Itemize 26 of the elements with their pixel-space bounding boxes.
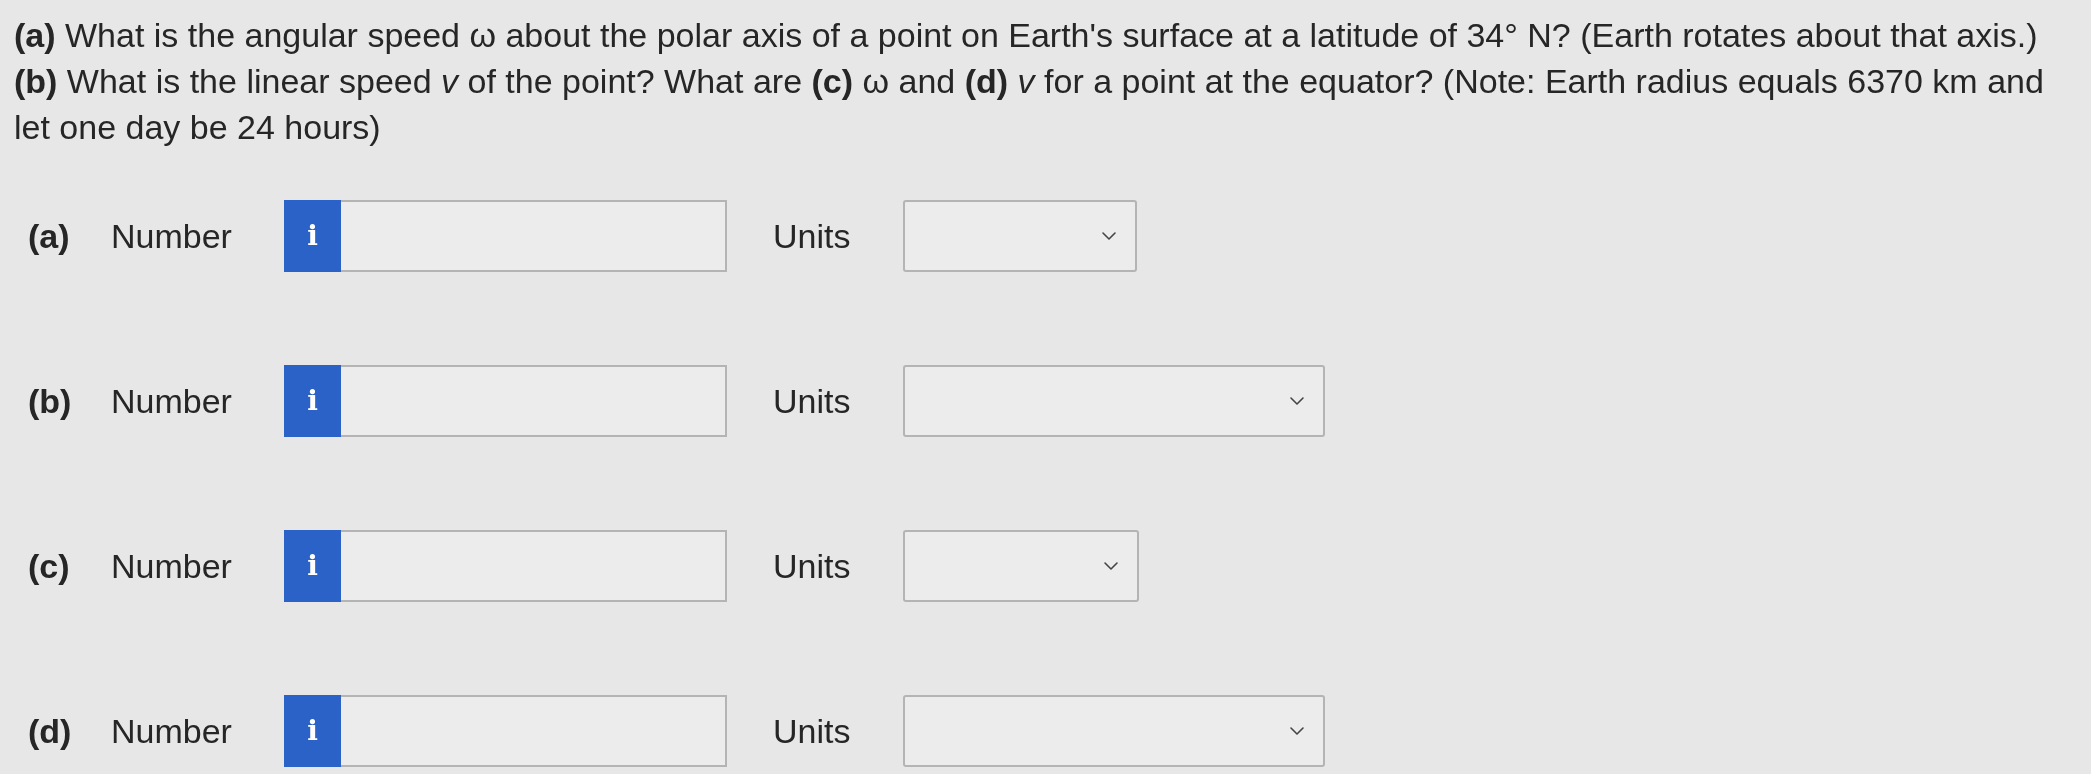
number-label: Number [111,710,233,752]
question-text: (a) What is the angular speed ω about the polar axis of a point on Earth's surface at a latitude of 34° N? (Earth rotates about that axis.) [14,15,2039,56]
units-label: Units [773,545,852,587]
part-label: (d) [28,710,73,752]
units-select[interactable] [903,365,1325,437]
units-label: Units [773,710,852,752]
number-input[interactable] [341,695,727,767]
number-input[interactable] [341,365,727,437]
part-label: (a) [28,215,71,257]
units-label: Units [773,215,852,257]
info-button[interactable]: i [284,695,341,767]
number-label: Number [111,545,233,587]
part-label: (b) [28,380,73,422]
info-button[interactable]: i [284,530,341,602]
number-input[interactable] [341,530,727,602]
question-text: (b) What is the linear speed v of the point? What are (c) ω and (d) v for a point at the equator? (Note: Earth radius equals 6370 km and let one day be 24 hours) [14,61,2045,148]
units-select[interactable] [903,695,1325,767]
number-label: Number [111,215,233,257]
number-label: Number [111,380,233,422]
info-button[interactable]: i [284,200,341,272]
info-button[interactable]: i [284,365,341,437]
number-input[interactable] [341,200,727,272]
units-label: Units [773,380,852,422]
part-label: (c) [28,545,71,587]
units-select[interactable] [903,200,1137,272]
units-select[interactable] [903,530,1139,602]
